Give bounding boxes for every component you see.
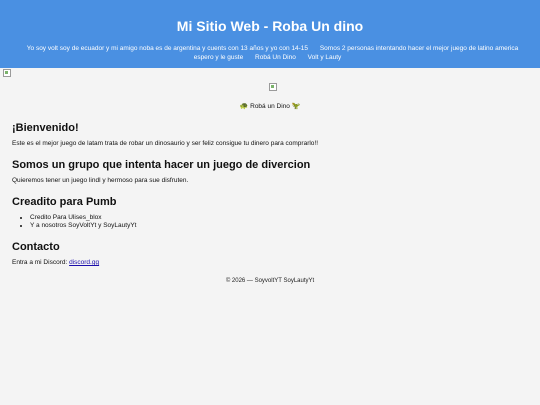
hero-block: 🐢 Robá un Dino 🦖 [0, 78, 540, 110]
contact-heading: Contacto [12, 241, 60, 253]
credits-list: Credito Para Ulises_blox Y a nosotros So… [12, 214, 528, 229]
welcome-heading: ¡Bienvenido! [12, 122, 79, 134]
tagline: 🐢 Robá un Dino 🦖 [0, 102, 540, 110]
tagline-text: Robá un Dino [250, 103, 290, 110]
nav-item-intro[interactable]: Yo soy volt soy de ecuador y mi amigo no… [27, 45, 308, 52]
site-title: Mi Sitio Web - Roba Un dino [176, 18, 364, 34]
credit-item: Credito Para Ulises_blox [30, 214, 528, 221]
contact-line: Entra a mi Discord: discord.gg [12, 259, 528, 266]
welcome-text: Este es el mejor juego de latam trata de… [12, 140, 319, 147]
nav-item-roba-un-dino[interactable]: Robá Un Dino [255, 54, 296, 61]
contact-text: Entra a mi Discord: [12, 259, 68, 266]
turtle-icon: 🐢 [239, 103, 249, 110]
site-header: Mi Sitio Web - Roba Un dino Yo soy volt … [0, 0, 540, 68]
credit-item: Y a nosotros SoyVoltYt y SoyLautyYt [30, 222, 528, 229]
nav-item-volt-y-lauty[interactable]: Volt y Lauty [308, 54, 342, 61]
discord-link[interactable]: discord.gg [69, 259, 99, 266]
broken-banner-image [3, 69, 11, 77]
broken-logo-image [269, 83, 277, 91]
group-text: Quieremos tener un juego lindl y hermoso… [12, 177, 189, 184]
header-nav: Yo soy volt soy de ecuador y mi amigo no… [8, 44, 532, 62]
credits-heading: Creadito para Pumb [12, 196, 117, 208]
dinosaur-icon: 🦖 [291, 103, 301, 110]
group-heading: Somos un grupo que intenta hacer un jueg… [12, 159, 311, 171]
main-content: ¡Bienvenido! Este es el mejor juego de l… [0, 122, 540, 284]
footer: © 2026 — SoyvoltYT SoyLautyYt [225, 278, 315, 284]
